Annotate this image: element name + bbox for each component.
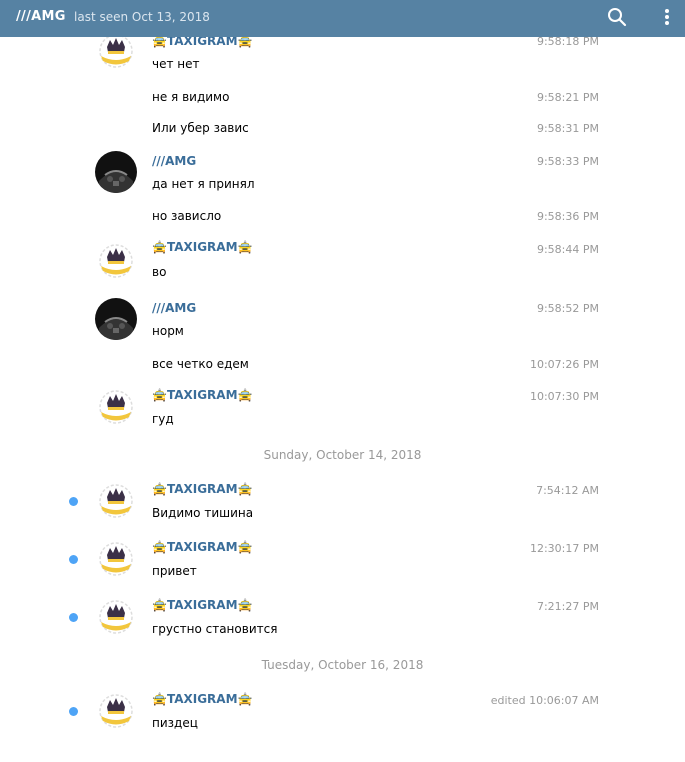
sender-name[interactable]: 🚖TAXIGRAM🚖 [152, 482, 252, 496]
unread-indicator [69, 497, 78, 506]
unread-indicator [69, 555, 78, 564]
taxigram-avatar[interactable] [95, 538, 137, 580]
amg-avatar[interactable] [95, 151, 137, 193]
chat-header: ///AMG last seen Oct 13, 2018 [0, 0, 685, 37]
message-list[interactable]: 🚖TAXIGRAM🚖 9:58:18 PM чет нет не я видим… [0, 37, 685, 762]
taxigram-avatar[interactable] [95, 37, 137, 72]
taxigram-avatar[interactable] [95, 690, 137, 732]
sender-name[interactable]: 🚖TAXIGRAM🚖 [152, 692, 252, 706]
message-text: гуд [152, 412, 174, 426]
message-time: 10:07:26 PM [529, 358, 599, 371]
sender-name[interactable]: ///AMG [152, 154, 196, 168]
message-time: 7:21:27 PM [536, 600, 599, 613]
message-time: 9:58:33 PM [536, 155, 599, 168]
sender-name[interactable]: 🚖TAXIGRAM🚖 [152, 240, 252, 254]
message-text: норм [152, 324, 184, 338]
sender-name[interactable]: ///AMG [152, 301, 196, 315]
taxigram-avatar[interactable] [95, 240, 137, 282]
taxigram-avatar[interactable] [95, 480, 137, 522]
message-time: 9:58:44 PM [536, 243, 599, 256]
message-text: Видимо тишина [152, 506, 254, 520]
message-text: все четко едем [152, 357, 249, 371]
message-time: 12:30:17 PM [529, 542, 599, 555]
message-time: 9:58:36 PM [536, 210, 599, 223]
message-text: не я видимо [152, 90, 230, 104]
chat-title[interactable]: ///AMG [16, 9, 66, 24]
unread-indicator [69, 613, 78, 622]
search-icon[interactable] [606, 6, 628, 28]
unread-indicator [69, 707, 78, 716]
amg-avatar[interactable] [95, 298, 137, 340]
message-time: 10:07:30 PM [529, 390, 599, 403]
sender-name[interactable]: 🚖TAXIGRAM🚖 [152, 388, 252, 402]
sender-name[interactable]: 🚖TAXIGRAM🚖 [152, 598, 252, 612]
date-separator: Tuesday, October 16, 2018 [261, 658, 424, 672]
message-time: 9:58:31 PM [536, 122, 599, 135]
sender-name[interactable]: 🚖TAXIGRAM🚖 [152, 540, 252, 554]
last-seen-status: last seen Oct 13, 2018 [74, 10, 210, 24]
message-text: да нет я принял [152, 177, 255, 191]
message-time: 7:54:12 AM [536, 484, 599, 497]
message-time: 9:58:18 PM [536, 37, 599, 48]
sender-name[interactable]: 🚖TAXIGRAM🚖 [152, 37, 252, 48]
message-time: 9:58:21 PM [536, 91, 599, 104]
message-text: Или убер завис [152, 121, 249, 135]
more-vertical-icon[interactable] [660, 6, 674, 28]
message-text: пиздец [152, 716, 198, 730]
message-time: 9:58:52 PM [536, 302, 599, 315]
message-text: привет [152, 564, 197, 578]
taxigram-avatar[interactable] [95, 386, 137, 428]
message-text: но зависло [152, 209, 222, 223]
taxigram-avatar[interactable] [95, 596, 137, 638]
message-text: чет нет [152, 57, 200, 71]
message-text: во [152, 265, 167, 279]
message-time: edited 10:06:07 AM [490, 694, 599, 707]
message-text: грустно становится [152, 622, 278, 636]
date-separator: Sunday, October 14, 2018 [263, 448, 422, 462]
